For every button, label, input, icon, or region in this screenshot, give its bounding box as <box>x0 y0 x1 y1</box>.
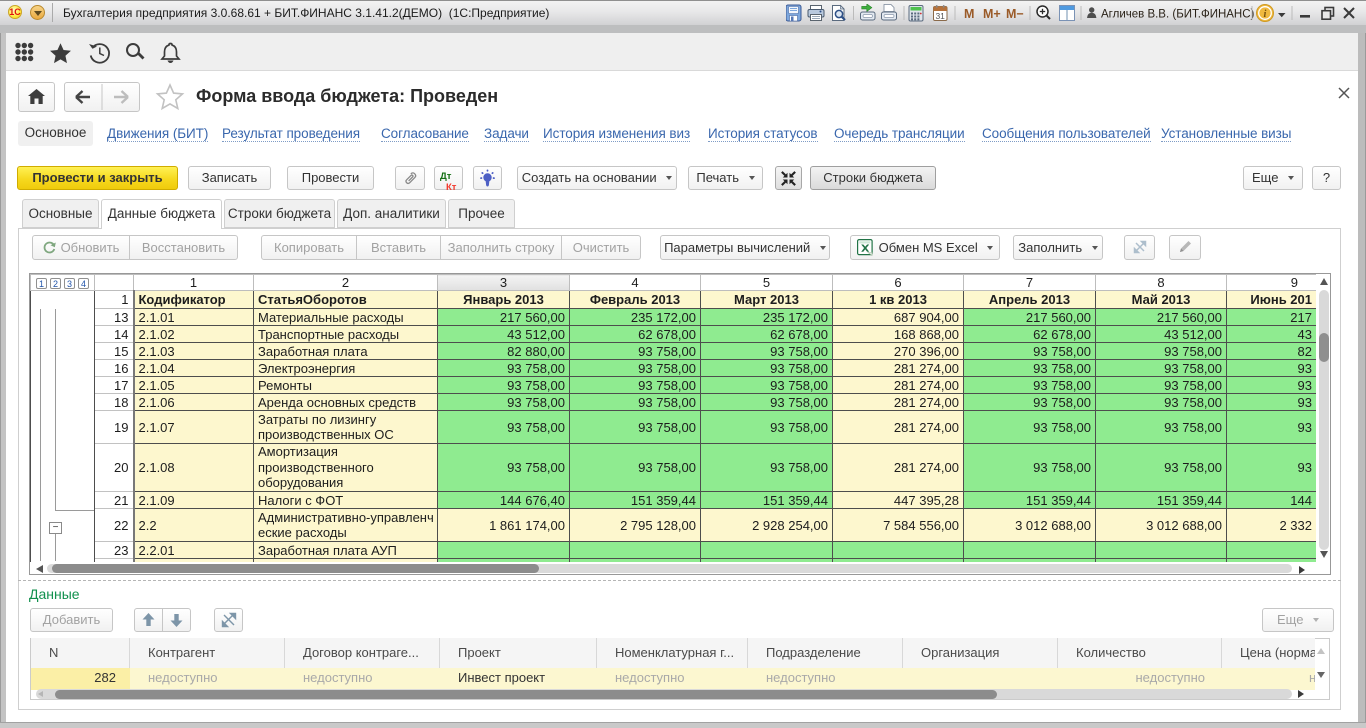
svg-text:31: 31 <box>935 11 945 21</box>
svg-text:M−: M− <box>1006 7 1024 21</box>
svg-text:Агличев В.В. (БИТ.ФИНАНС): Агличев В.В. (БИТ.ФИНАНС) <box>1101 9 1255 21</box>
svg-text:M+: M+ <box>983 7 1001 21</box>
svg-text:M: M <box>964 7 974 21</box>
svg-text:i: i <box>1264 9 1267 20</box>
